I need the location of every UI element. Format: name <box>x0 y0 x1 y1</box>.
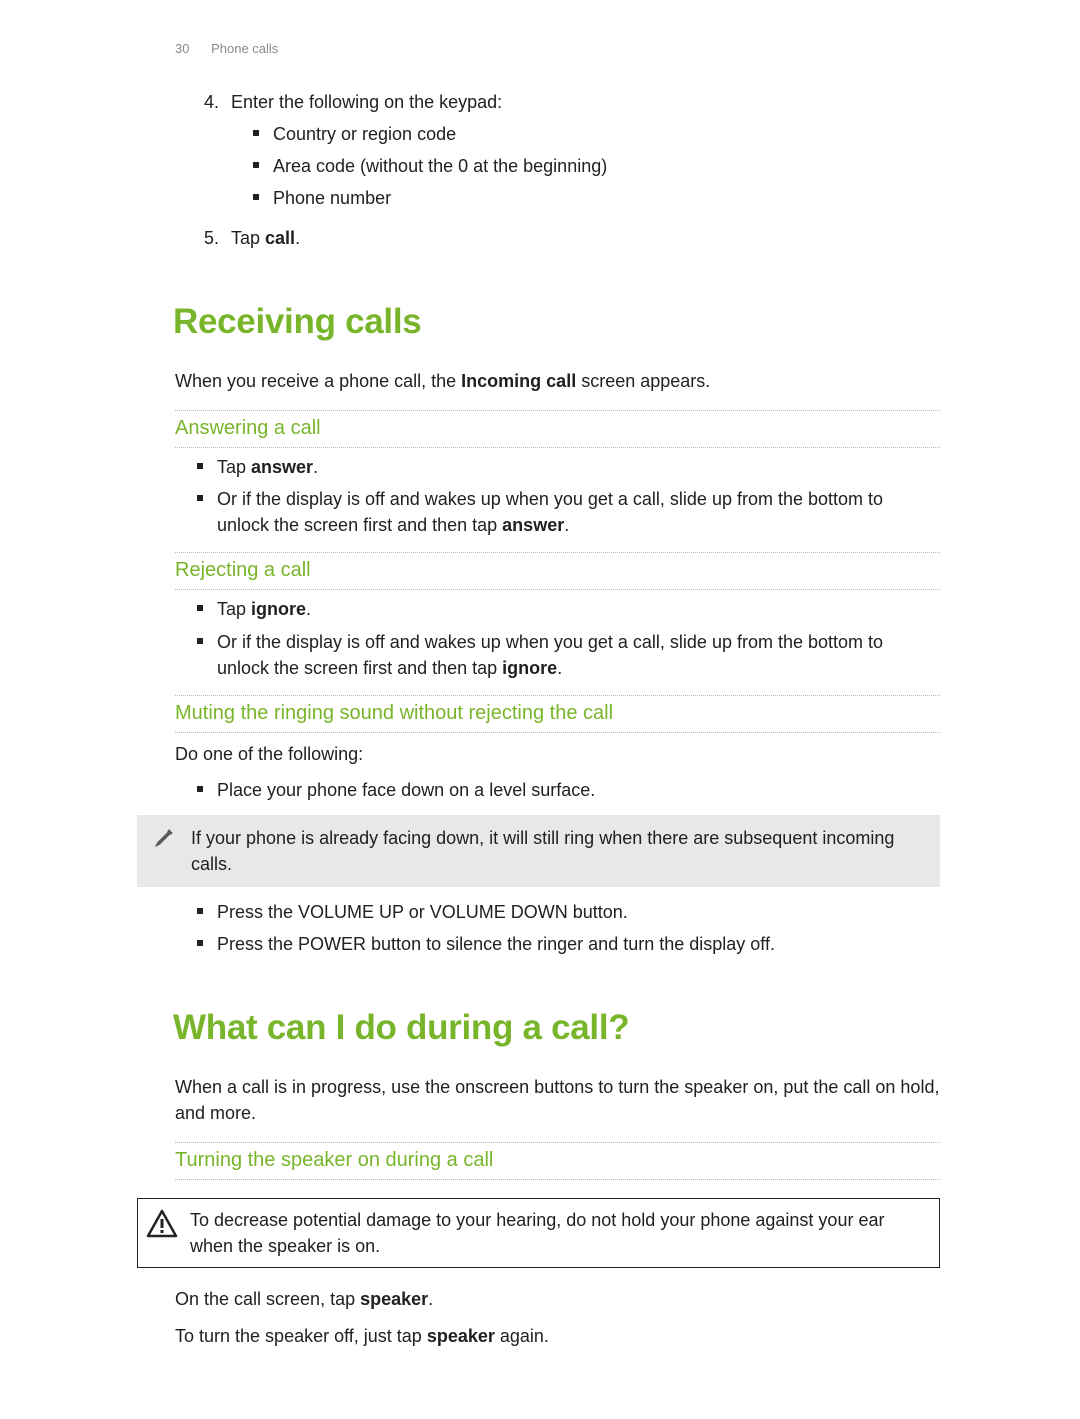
warning-box: To decrease potential damage to your hea… <box>137 1198 940 1268</box>
pencil-icon <box>147 825 191 855</box>
paragraph: To turn the speaker off, just tap speake… <box>175 1323 940 1349</box>
numbered-list-fragment: 4. Enter the following on the keypad: Co… <box>195 89 940 251</box>
emphasis: speaker <box>360 1289 428 1309</box>
muting-list-1: Place your phone face down on a level su… <box>197 777 940 803</box>
warning-icon <box>146 1207 190 1239</box>
muting-list-2: Press the VOLUME UP or VOLUME DOWN butto… <box>197 899 940 957</box>
emphasis: call <box>265 228 295 248</box>
step-number: 5. <box>195 225 219 251</box>
answering-list: Tap answer. Or if the display is off and… <box>197 454 940 538</box>
step-text: Enter the following on the keypad: <box>231 89 940 115</box>
list-item: Place your phone face down on a level su… <box>197 777 940 803</box>
running-header: 30 Phone calls <box>175 40 940 59</box>
paragraph: When you receive a phone call, the Incom… <box>175 368 940 394</box>
section-name: Phone calls <box>211 41 278 56</box>
list-item: Or if the display is off and wakes up wh… <box>197 629 940 681</box>
list-item: Phone number <box>253 185 940 211</box>
emphasis: answer <box>502 515 564 535</box>
emphasis: Incoming call <box>461 371 576 391</box>
emphasis: answer <box>251 457 313 477</box>
list-item: Press the POWER button to silence the ri… <box>197 931 940 957</box>
paragraph: Do one of the following: <box>175 741 940 767</box>
step-4: 4. Enter the following on the keypad: Co… <box>195 89 940 219</box>
subheading-muting: Muting the ringing sound without rejecti… <box>175 696 940 733</box>
list-item: Country or region code <box>253 121 940 147</box>
list-item: Area code (without the 0 at the beginnin… <box>253 153 940 179</box>
step-text: Tap call. <box>231 225 940 251</box>
step-5: 5. Tap call. <box>195 225 940 251</box>
note-box: If your phone is already facing down, it… <box>137 815 940 887</box>
list-item: Tap answer. <box>197 454 940 480</box>
note-text: If your phone is already facing down, it… <box>191 825 928 877</box>
warning-text: To decrease potential damage to your hea… <box>190 1207 925 1259</box>
list-item: Or if the display is off and wakes up wh… <box>197 486 940 538</box>
emphasis: ignore <box>251 599 306 619</box>
paragraph: On the call screen, tap speaker. <box>175 1286 940 1312</box>
list-item: Press the VOLUME UP or VOLUME DOWN butto… <box>197 899 940 925</box>
list-item: Tap ignore. <box>197 596 940 622</box>
page-number: 30 <box>175 41 189 56</box>
emphasis: speaker <box>427 1326 495 1346</box>
rejecting-list: Tap ignore. Or if the display is off and… <box>197 596 940 680</box>
subheading-rejecting: Rejecting a call <box>175 552 940 590</box>
paragraph: When a call is in progress, use the onsc… <box>175 1074 940 1126</box>
step-number: 4. <box>195 89 219 115</box>
subheading-speaker: Turning the speaker on during a call <box>175 1142 940 1180</box>
step-4-sublist: Country or region code Area code (withou… <box>253 121 940 211</box>
emphasis: ignore <box>502 658 557 678</box>
subheading-answering: Answering a call <box>175 410 940 448</box>
heading-receiving-calls: Receiving calls <box>173 297 940 348</box>
document-page: 30 Phone calls 4. Enter the following on… <box>0 0 1080 1419</box>
heading-during-call: What can I do during a call? <box>173 1003 940 1054</box>
